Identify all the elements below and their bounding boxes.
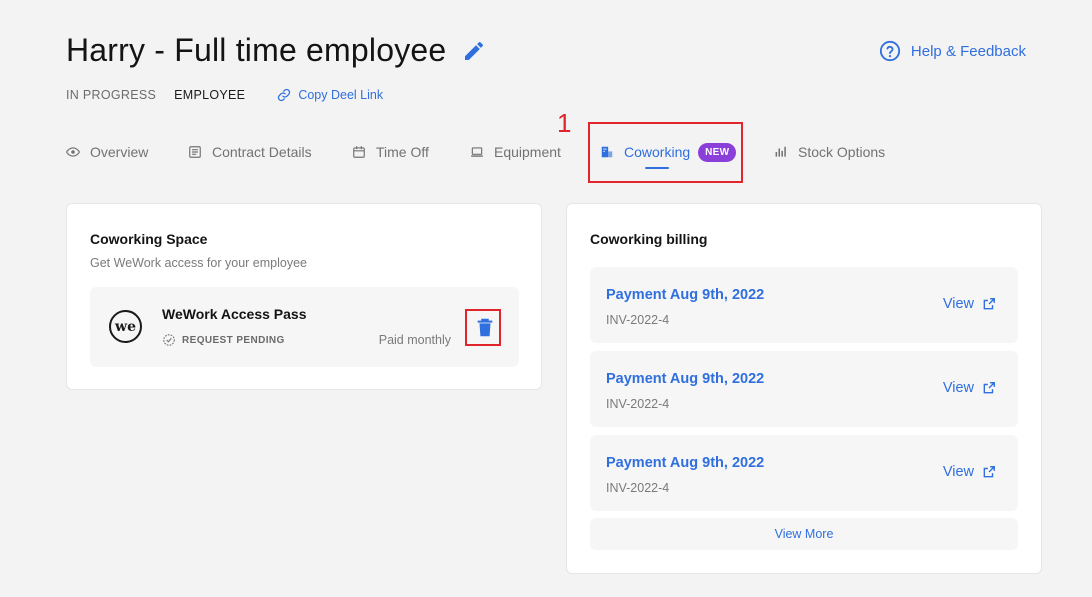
tab-label: Contract Details (212, 144, 312, 160)
calendar-icon (353, 146, 365, 158)
pencil-icon[interactable] (462, 39, 486, 63)
tab-contract-details[interactable]: Contract Details (188, 140, 312, 164)
employee-type-label: EMPLOYEE (174, 88, 246, 102)
card-subtitle: Get WeWork access for your employee (90, 256, 307, 270)
billing-frequency: Paid monthly (378, 333, 451, 347)
tab-label: Equipment (494, 144, 561, 160)
help-feedback-link[interactable]: Help & Feedback (879, 40, 1026, 62)
eye-icon (66, 147, 80, 157)
view-label: View (942, 296, 974, 312)
status-label: IN PROGRESS (66, 88, 157, 102)
payment-link[interactable]: Payment Aug 9th, 2022 (606, 371, 764, 387)
invoice-number: INV-2022-4 (606, 397, 670, 411)
copy-link-button[interactable]: Copy Deel Link (277, 88, 383, 102)
wework-pass-item: we WeWork Access Pass REQUEST PENDING Pa… (90, 287, 519, 367)
card-title: Coworking billing (590, 231, 708, 247)
tab-label: Overview (90, 144, 149, 160)
status-badge: REQUEST PENDING (162, 333, 285, 347)
wework-logo: we (109, 310, 142, 343)
billing-row: Payment Aug 9th, 2022 INV-2022-4 View (590, 267, 1018, 343)
annotation-box-1 (588, 122, 743, 183)
link-icon (278, 88, 291, 102)
view-more-button[interactable]: View More (590, 518, 1018, 550)
bar-chart-icon (775, 146, 786, 157)
view-button[interactable]: View (943, 296, 996, 312)
pending-label: REQUEST PENDING (182, 334, 285, 346)
card-title: Coworking Space (90, 231, 208, 247)
copy-link-label: Copy Deel Link (298, 88, 384, 102)
tab-label: Time Off (376, 144, 429, 160)
view-label: View (942, 380, 974, 396)
invoice-number: INV-2022-4 (606, 481, 670, 495)
view-label: View (942, 464, 974, 480)
pass-name: WeWork Access Pass (162, 306, 307, 322)
view-button[interactable]: View (943, 464, 996, 480)
page-header: Harry - Full time employee (66, 32, 486, 69)
tab-equipment[interactable]: Equipment (470, 140, 561, 164)
external-link-icon (983, 298, 995, 310)
pending-clock-icon (163, 334, 175, 346)
billing-row: Payment Aug 9th, 2022 INV-2022-4 View (590, 351, 1018, 427)
meta-row: IN PROGRESS EMPLOYEE Copy Deel Link (66, 88, 383, 102)
external-link-icon (983, 466, 995, 478)
help-feedback-label: Help & Feedback (910, 42, 1026, 60)
billing-row: Payment Aug 9th, 2022 INV-2022-4 View (590, 435, 1018, 511)
payment-link[interactable]: Payment Aug 9th, 2022 (606, 455, 764, 471)
document-icon (189, 146, 201, 158)
tab-stock-options[interactable]: Stock Options (774, 140, 885, 164)
tab-label: Stock Options (798, 144, 886, 160)
page-title: Harry - Full time employee (66, 32, 447, 68)
annotation-number-1: 1 (557, 108, 572, 138)
annotation-box-2 (465, 309, 501, 346)
tab-time-off[interactable]: Time Off (352, 140, 429, 164)
external-link-icon (983, 382, 995, 394)
question-circle-icon (879, 40, 901, 62)
payment-link[interactable]: Payment Aug 9th, 2022 (606, 287, 764, 303)
coworking-space-card: Coworking Space Get WeWork access for yo… (66, 203, 542, 390)
invoice-number: INV-2022-4 (606, 313, 670, 327)
laptop-icon (471, 147, 483, 157)
tab-overview[interactable]: Overview (66, 140, 148, 164)
view-button[interactable]: View (943, 380, 996, 396)
coworking-billing-card: Coworking billing Payment Aug 9th, 2022 … (566, 203, 1042, 574)
